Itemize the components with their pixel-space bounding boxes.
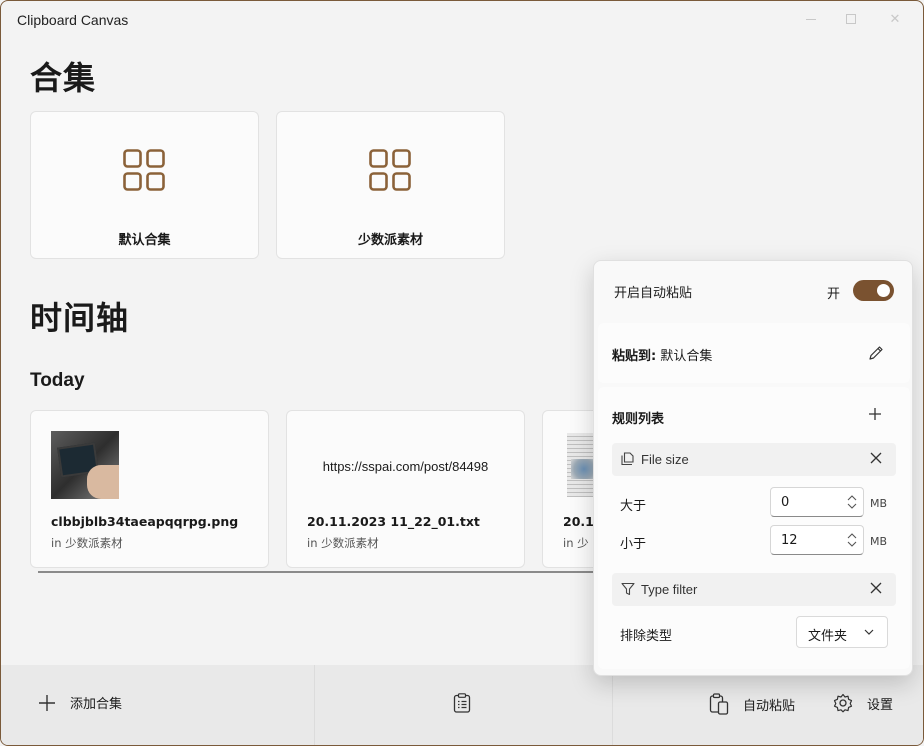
edit-pencil-icon[interactable] [868,345,884,361]
greater-than-label: 大于 [620,499,647,514]
remove-rule-icon[interactable] [870,452,882,464]
collection-card-sspai[interactable]: 少数派素材 [276,111,505,259]
auto-paste-flyout: 开启自动粘贴 开 粘贴到: 默认合集 规则列表 File size 大于 0 M… [593,260,913,676]
auto-paste-enable-label: 开启自动粘贴 [614,286,693,301]
add-rule-icon[interactable] [868,407,882,421]
clip-text-preview: https://sspai.com/post/84498 [322,459,489,474]
rule-name: File size [641,452,689,467]
close-button[interactable]: ✕ [875,7,915,31]
rules-section: 规则列表 File size 大于 0 MB 小于 12 MB Type fil… [598,387,910,669]
filter-icon [621,582,635,596]
plus-icon [39,694,55,711]
size-unit: MB [870,535,888,548]
paste-icon [709,693,729,715]
remove-rule-icon[interactable] [870,582,882,594]
gear-icon [833,693,853,713]
paste-target-section: 粘贴到: 默认合集 [598,323,910,383]
collection-grid-icon [123,149,165,191]
rules-title: 规则列表 [612,412,665,427]
maximize-icon [846,14,856,24]
greater-than-value: 0 [781,495,790,510]
timeline-group-label: Today [30,370,85,391]
spinner-icon[interactable] [847,531,857,549]
clip-card-text[interactable]: https://sspai.com/post/84498 20.11.2023 … [286,410,525,568]
clip-name: 20.1 [563,514,594,529]
clip-collection: in 少 [563,536,589,550]
collection-grid-icon [369,149,411,191]
clip-name: clbbjblb34taeapqqrpg.png [51,514,239,529]
collection-label: 少数派素材 [357,233,423,248]
toggle-state-text: 开 [827,287,841,302]
horizontal-scrollbar[interactable] [38,571,598,573]
auto-paste-toggle-row: 开启自动粘贴 开 [594,261,912,321]
add-collection-label: 添加合集 [70,697,123,712]
settings-button[interactable]: 设置 [833,693,893,713]
less-than-label: 小于 [620,537,647,552]
clip-collection: in 少数派素材 [307,536,379,550]
collections-heading: 合集 [30,59,97,97]
size-unit: MB [870,497,888,510]
exclude-type-dropdown[interactable]: 文件夹 [796,616,888,648]
clip-name: 20.11.2023 11_22_01.txt [307,514,480,529]
clipboard-button[interactable] [453,693,485,713]
rule-type-filter-header: Type filter [612,573,896,606]
auto-paste-button[interactable]: 自动粘贴 [709,693,795,715]
less-than-input[interactable]: 12 [770,525,864,555]
auto-paste-label: 自动粘贴 [743,698,796,714]
collection-card-default[interactable]: 默认合集 [30,111,259,259]
paste-to-label: 粘贴到: [612,349,657,364]
exclude-type-value: 文件夹 [808,629,848,644]
maximize-button[interactable] [831,7,871,31]
timeline-heading: 时间轴 [30,299,130,337]
chevron-down-icon [864,629,874,635]
rule-name: Type filter [641,582,698,597]
settings-label: 设置 [867,697,894,713]
rule-file-size-header: File size [612,443,896,476]
greater-than-input[interactable]: 0 [770,487,864,517]
add-collection-button[interactable]: 添加合集 [38,693,122,712]
image-thumbnail [51,431,119,499]
clipboard-list-icon [453,693,471,713]
app-title: Clipboard Canvas [17,12,129,28]
close-icon: ✕ [889,11,901,27]
minimize-icon [806,18,816,20]
spinner-icon[interactable] [847,493,857,511]
auto-paste-toggle[interactable] [853,280,894,301]
minimize-button[interactable] [791,7,831,31]
bottom-command-bar: 添加合集 自动粘贴 设置 [1,665,923,745]
file-size-icon [621,452,634,466]
collection-label: 默认合集 [118,233,171,248]
paste-to-value: 默认合集 [660,349,713,364]
clip-collection: in 少数派素材 [51,536,123,550]
less-than-value: 12 [781,533,798,548]
exclude-type-label: 排除类型 [620,629,673,644]
app-window: Clipboard Canvas ✕ 合集 默认合集 少数派素材 时间轴 Tod… [0,0,924,746]
clip-card-image[interactable]: clbbjblb34taeapqqrpg.png in 少数派素材 [30,410,269,568]
title-bar: Clipboard Canvas ✕ [1,1,923,41]
